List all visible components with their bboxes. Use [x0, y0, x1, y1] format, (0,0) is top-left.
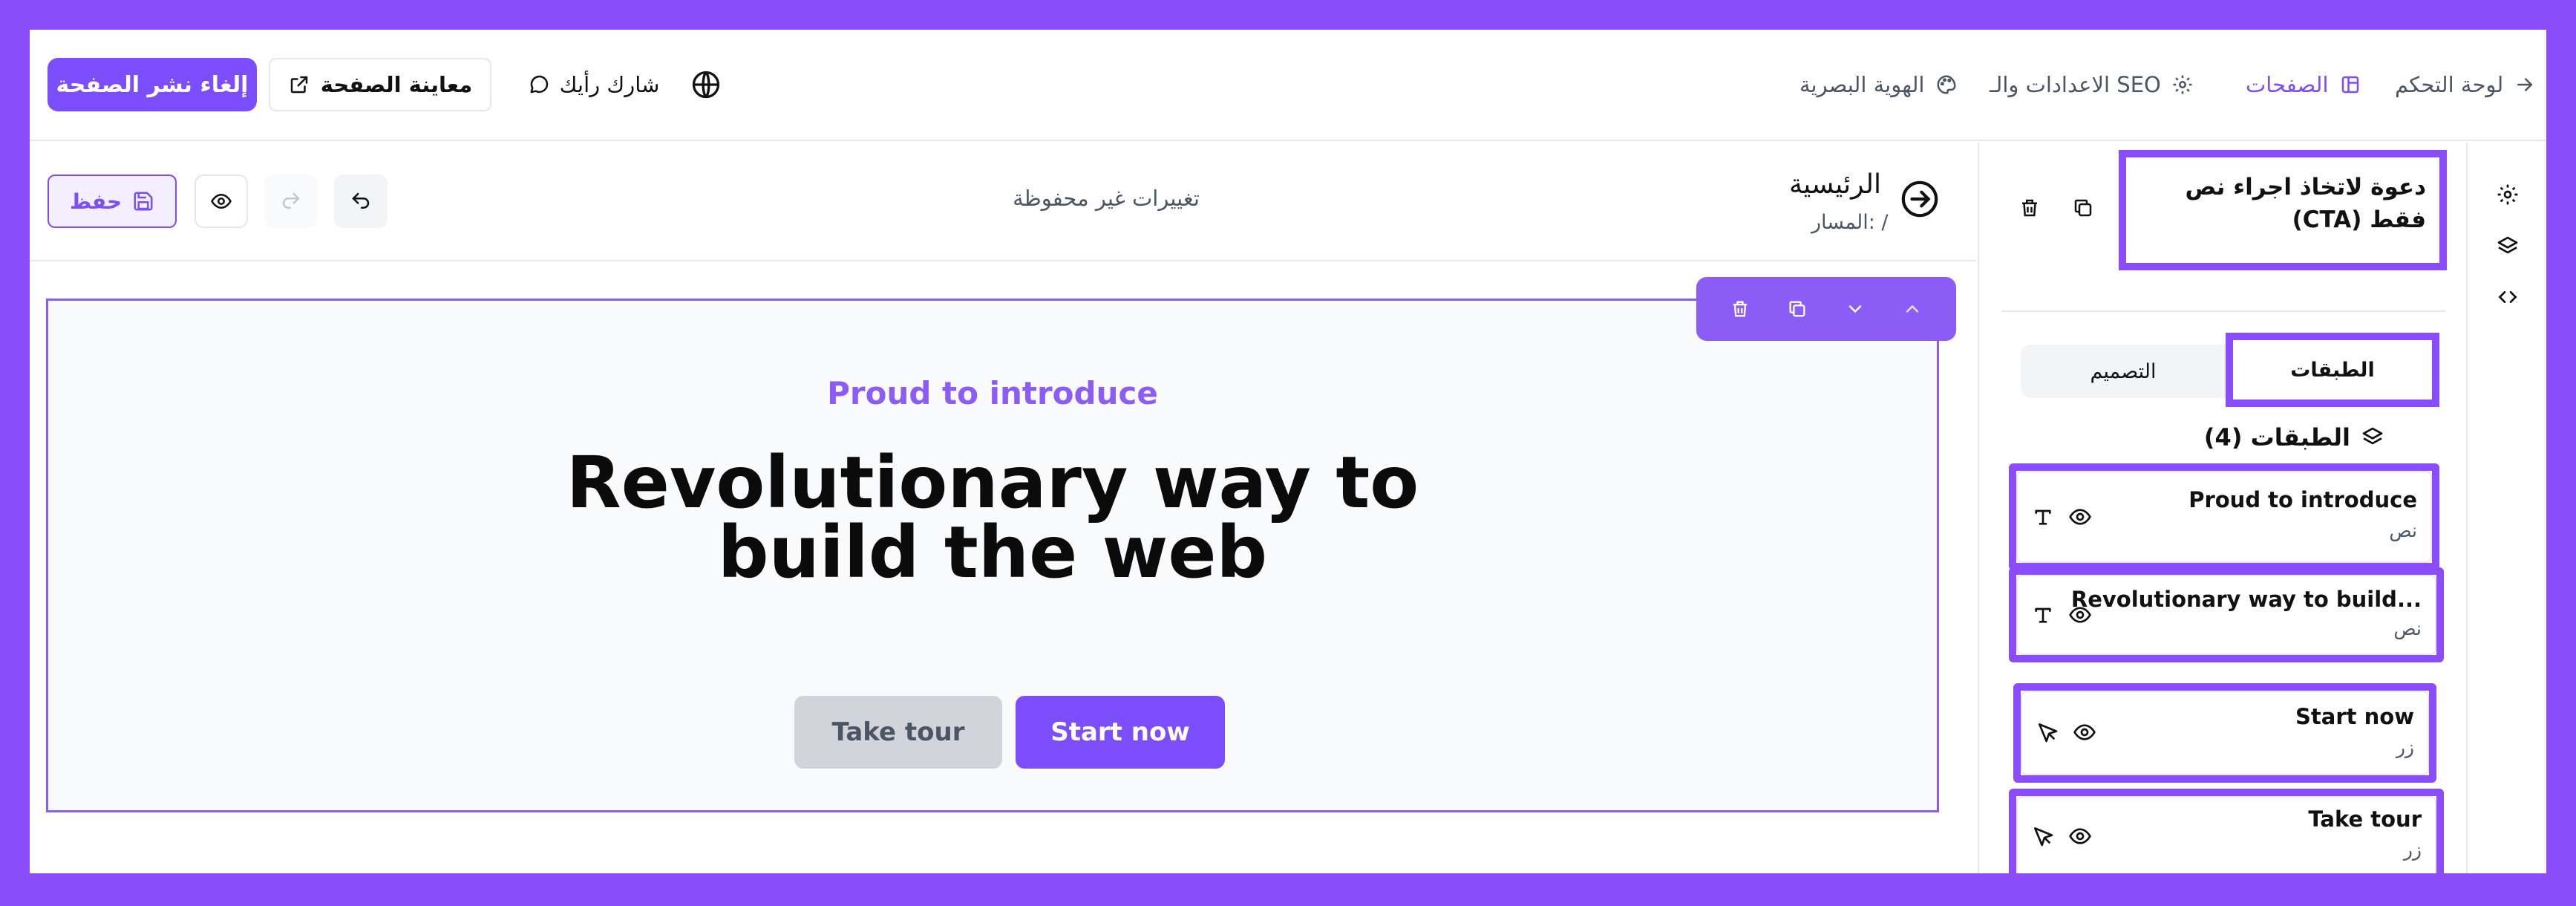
tab-layers[interactable]: الطبقات: [2226, 333, 2439, 407]
headline-line-2: build the web: [717, 511, 1268, 594]
app-window: إلغاء نشر الصفحة معاينة الصفحة شارك رأيك…: [30, 30, 2546, 873]
pages-icon: [2339, 74, 2361, 96]
rail-code-button[interactable]: [2494, 284, 2521, 310]
duplicate-icon: [2072, 197, 2094, 219]
eyebrow-text[interactable]: Proud to introduce: [48, 375, 1937, 411]
floppy-icon: [132, 190, 154, 212]
eye-icon: [210, 190, 232, 212]
layer-item[interactable]: Take tour زر: [2009, 789, 2444, 873]
visibility-eye-icon[interactable]: [2068, 505, 2092, 529]
headline-line-1: Revolutionary way to: [566, 441, 1419, 524]
gear-icon: [2171, 74, 2194, 96]
nav-dashboard-label: لوحة التحكم: [2395, 72, 2504, 97]
nav-pages-label: الصفحات: [2246, 72, 2329, 97]
undo-button[interactable]: [334, 175, 388, 228]
trash-icon: [2018, 197, 2041, 219]
unpublish-label: إلغاء نشر الصفحة: [56, 71, 249, 98]
layer-type: زر: [2403, 839, 2422, 861]
language-button[interactable]: [679, 58, 733, 111]
nav-branding[interactable]: الهوية البصرية: [1799, 58, 1958, 111]
visibility-eye-icon[interactable]: [2068, 824, 2092, 848]
nav-settings-label: الاعدادات والـ SEO: [1990, 72, 2161, 97]
layer-name: Revolutionary way to build...: [2070, 587, 2422, 612]
duplicate-block-button[interactable]: [2062, 187, 2104, 229]
layer-name: Proud to introduce: [2188, 487, 2417, 512]
move-up-icon[interactable]: [1902, 299, 1923, 319]
feedback-label: شارك رأيك: [559, 72, 660, 97]
save-button[interactable]: حفظ: [48, 175, 177, 228]
layer-type: نص: [2393, 618, 2422, 639]
layer-type: نص: [2389, 520, 2417, 541]
layers-stack-icon: [2361, 426, 2384, 449]
editor-canvas: Proud to introduce Revolutionary way to …: [30, 263, 1976, 873]
page-name: الرئيسية: [1789, 169, 1881, 200]
text-icon: [2031, 505, 2055, 529]
layers-heading-label: الطبقات (4): [2203, 423, 2350, 452]
layer-name: Take tour: [2308, 806, 2422, 832]
visibility-eye-icon[interactable]: [2068, 603, 2092, 627]
gear-icon: [2496, 183, 2520, 206]
layers-heading: الطبقات (4): [2204, 423, 2384, 452]
visibility-eye-icon[interactable]: [2073, 720, 2096, 744]
cursor-icon: [2036, 720, 2059, 744]
nav-pages[interactable]: الصفحات: [2246, 58, 2361, 111]
delete-block-button[interactable]: [2009, 187, 2050, 229]
editor-toolbar: حفظ تغييرات غير محفوظة الرئيسية المسار: …: [30, 143, 1976, 261]
tab-design[interactable]: التصميم: [2021, 345, 2226, 398]
panel-divider: [2001, 310, 2445, 312]
arrow-right-icon: [2514, 74, 2536, 96]
nav-branding-label: الهوية البصرية: [1799, 72, 1925, 97]
block-title: دعوة لاتخاذ اجراء نص فقط (CTA): [2119, 150, 2447, 270]
cta-section[interactable]: Proud to introduce Revolutionary way to …: [46, 299, 1939, 812]
layer-item[interactable]: Start now زر: [2013, 683, 2436, 783]
redo-button[interactable]: [264, 175, 318, 228]
top-navbar: إلغاء نشر الصفحة معاينة الصفحة شارك رأيك…: [30, 30, 2546, 141]
layer-type: زر: [2396, 737, 2414, 758]
preview-toggle-button[interactable]: [194, 175, 248, 228]
take-tour-button[interactable]: Take tour: [794, 696, 1002, 769]
layers-stack-icon: [2496, 235, 2520, 258]
duplicate-icon[interactable]: [1787, 299, 1808, 319]
headline-text[interactable]: Revolutionary way to build the web: [48, 441, 1937, 594]
layer-item[interactable]: Revolutionary way to build... نص: [2009, 567, 2444, 662]
undo-icon: [350, 190, 372, 212]
nav-settings-seo[interactable]: الاعدادات والـ SEO: [1990, 58, 2194, 111]
redo-icon: [280, 190, 302, 212]
unpublish-page-button[interactable]: إلغاء نشر الصفحة: [48, 58, 257, 111]
cursor-icon: [2031, 824, 2055, 848]
preview-label: معاينة الصفحة: [320, 72, 473, 97]
chat-bubble-icon: [529, 74, 551, 96]
unsaved-status: تغييرات غير محفوظة: [1013, 186, 1200, 211]
external-link-icon: [288, 74, 310, 96]
move-down-icon[interactable]: [1845, 299, 1866, 319]
start-now-button[interactable]: Start now: [1016, 696, 1225, 769]
layer-name: Start now: [2295, 704, 2414, 729]
panel-tabs: التصميم الطبقات: [2021, 333, 2439, 407]
rail-layers-button[interactable]: [2494, 233, 2521, 260]
side-rail: [2466, 143, 2546, 873]
back-to-pages-button[interactable]: [1899, 178, 1941, 220]
feedback-button[interactable]: شارك رأيك: [512, 58, 676, 111]
globe-icon: [690, 68, 722, 101]
trash-icon[interactable]: [1730, 299, 1750, 319]
page-path: المسار: /: [1811, 211, 1889, 234]
preview-page-button[interactable]: معاينة الصفحة: [269, 58, 491, 111]
circle-arrow-icon: [1899, 178, 1941, 220]
code-icon: [2496, 285, 2520, 309]
layer-item[interactable]: Proud to introduce نص: [2009, 463, 2439, 570]
palette-icon: [1935, 74, 1958, 96]
rail-settings-button[interactable]: [2494, 181, 2521, 208]
text-icon: [2031, 603, 2055, 627]
section-toolbar: [1696, 277, 1956, 341]
save-label: حفظ: [69, 189, 122, 214]
nav-dashboard[interactable]: لوحة التحكم: [2395, 58, 2536, 111]
properties-panel: دعوة لاتخاذ اجراء نص فقط (CTA) التصميم ا…: [1978, 143, 2466, 873]
